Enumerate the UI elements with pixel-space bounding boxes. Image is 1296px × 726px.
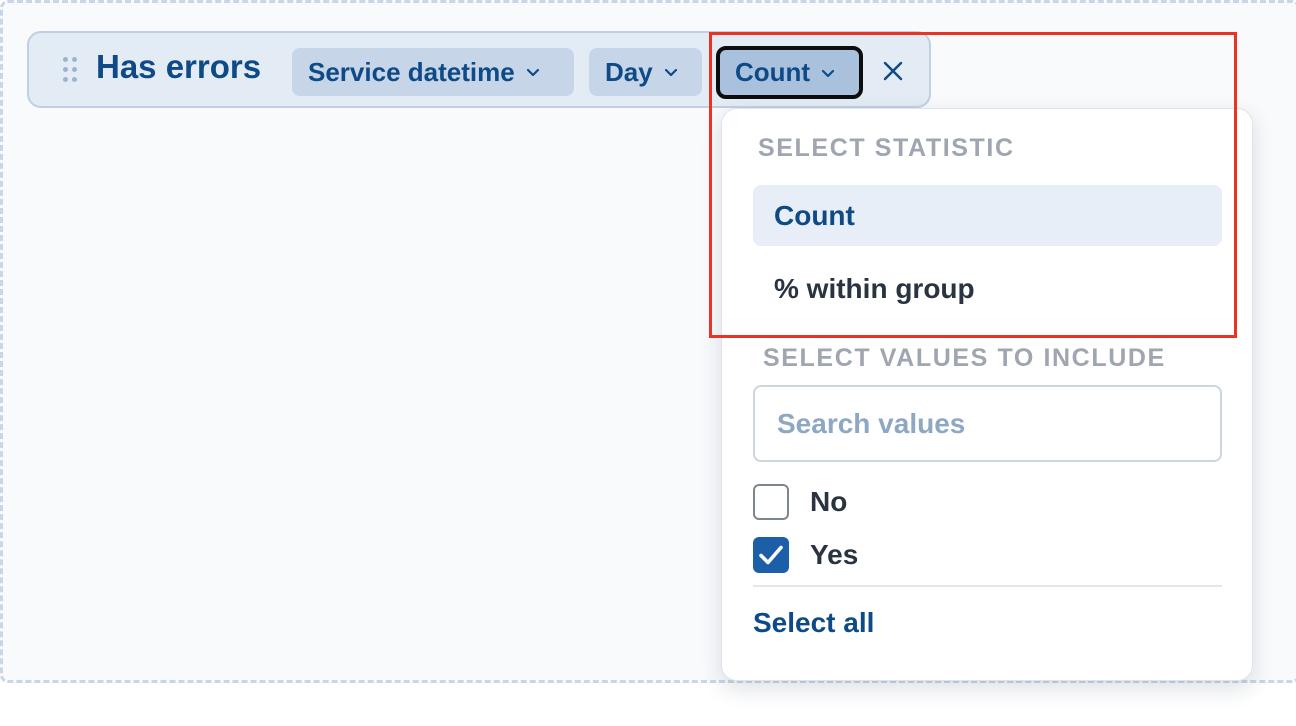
canvas: Has errors Service datetime Day Count SE… [0,0,1296,726]
value-option-yes[interactable]: Yes [753,537,858,573]
checkbox-checked[interactable] [753,537,789,573]
divider [753,585,1222,587]
statistic-option-count[interactable]: Count [753,185,1222,246]
value-option-no[interactable]: No [753,484,847,520]
search-values-input[interactable] [753,385,1222,462]
checkmark-icon [759,545,783,565]
chevron-down-icon [664,68,677,77]
select-all-link[interactable]: Select all [753,607,874,639]
value-label: No [810,486,848,517]
count-label: Count [735,57,811,87]
group-title: Has errors [96,48,262,85]
select-statistic-heading: SELECT STATISTIC [758,134,1015,162]
statistic-option-percent-within-group[interactable]: % within group [753,258,1222,319]
drag-handle-icon[interactable] [63,57,79,83]
statistic-option-label: % within group [774,272,975,304]
chevron-down-icon [526,68,539,77]
checkbox-unchecked[interactable] [753,484,789,520]
statistic-option-label: Count [774,199,855,231]
close-icon[interactable] [878,56,908,86]
select-values-heading: SELECT VALUES TO INCLUDE [763,344,1166,372]
count-dropdown[interactable]: Count [716,46,863,99]
service-datetime-label: Service datetime [308,56,515,87]
service-datetime-dropdown[interactable]: Service datetime [292,48,574,96]
value-label: Yes [810,539,859,570]
day-label: Day [605,56,653,87]
chevron-down-icon [821,69,835,77]
day-dropdown[interactable]: Day [589,48,702,96]
